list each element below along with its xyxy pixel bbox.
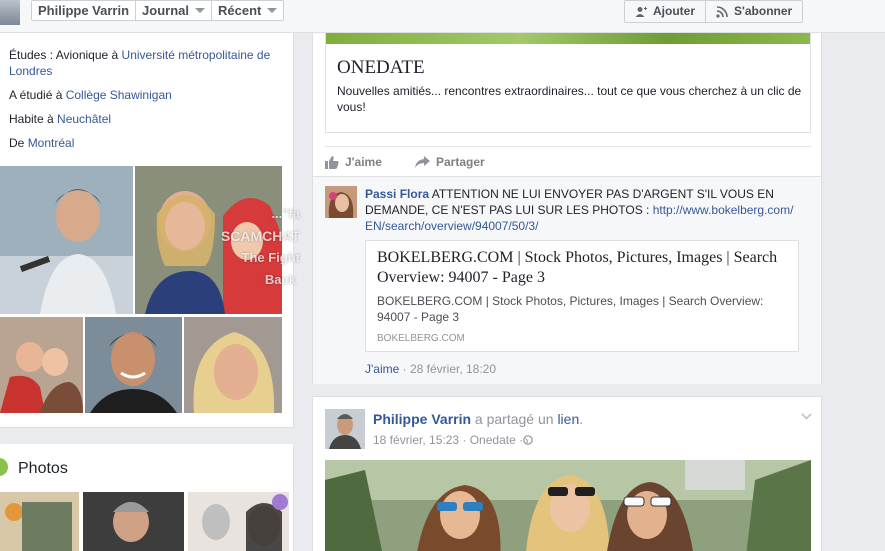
- photos-card: Photos: [0, 444, 294, 551]
- intro-card: Études : Avionique à Université métropol…: [0, 33, 300, 428]
- profile-name-label: Philippe Varrin: [38, 3, 130, 18]
- lives-prefix: Habite à: [9, 112, 58, 126]
- ad-description: Nouvelles amitiés... rencontres extraord…: [337, 84, 802, 114]
- scamchat-watermark: ..."fa SCAMCHAT The Fight Back: [160, 203, 300, 291]
- studied-prefix: A étudié à: [9, 88, 66, 102]
- follow-button[interactable]: S'abonner: [706, 1, 802, 22]
- post-author-link[interactable]: Philippe Varrin: [373, 411, 471, 427]
- share-button[interactable]: Partager: [415, 155, 485, 169]
- thumbs-up-icon: [325, 155, 339, 169]
- share-arrow-icon: [415, 156, 430, 168]
- shared-text: a partagé un: [471, 411, 558, 427]
- comment-timestamp[interactable]: · 28 février, 18:20: [399, 362, 496, 376]
- add-friend-label: Ajouter: [653, 4, 695, 18]
- comment-meta: J'aime · 28 février, 18:20: [365, 361, 496, 377]
- comment-link-preview[interactable]: BOKELBERG.COM | Stock Photos, Pictures, …: [365, 240, 799, 352]
- hometown-link[interactable]: Montréal: [28, 136, 75, 150]
- chevron-down-icon: [267, 8, 278, 13]
- watermark-line: Back: [264, 272, 296, 287]
- post-timestamp[interactable]: 18 février, 15:23 · Onedate ·: [373, 432, 523, 448]
- profile-avatar[interactable]: [0, 0, 20, 25]
- commenter-avatar[interactable]: [325, 186, 357, 218]
- photo-thumbnail[interactable]: [0, 492, 79, 551]
- photos-icon: [0, 458, 8, 476]
- tab-recent[interactable]: Récent: [212, 1, 283, 20]
- intro-studied: A étudié à Collège Shawinigan: [9, 87, 279, 103]
- journal-label: Journal: [142, 3, 189, 18]
- intro-studies: Études : Avionique à Université métropol…: [9, 47, 279, 79]
- photos-title[interactable]: Photos: [18, 460, 68, 478]
- from-prefix: De: [9, 136, 28, 150]
- comment-author-link[interactable]: Passi Flora: [365, 187, 429, 201]
- profile-nav-tabs: Philippe Varrin Journal Récent: [31, 0, 285, 21]
- globe-icon: [523, 435, 533, 445]
- watermark-line: SCAMCHAT: [220, 228, 300, 244]
- post-card: Philippe Varrin a partagé un lien. 18 fé…: [312, 396, 822, 551]
- share-label: Partager: [436, 155, 485, 169]
- comment-text-block: Passi Flora ATTENTION NE LUI ENVOYER PAS…: [365, 186, 795, 234]
- featured-photo[interactable]: [184, 317, 282, 413]
- watermark-line: ..."fa: [271, 206, 300, 221]
- tab-profile-name[interactable]: Philippe Varrin: [32, 1, 137, 20]
- intro-lives: Habite à Neuchâtel: [9, 111, 279, 127]
- follow-label: S'abonner: [734, 4, 793, 18]
- post-header: Philippe Varrin a partagé un lien.: [373, 411, 583, 427]
- shared-end: .: [579, 411, 584, 427]
- featured-photo[interactable]: [85, 317, 182, 413]
- ad-image-strip: [326, 33, 810, 44]
- chevron-down-icon[interactable]: [801, 413, 812, 420]
- rss-icon: [716, 5, 728, 18]
- college-link[interactable]: Collège Shawinigan: [66, 88, 172, 102]
- add-friend-icon: [635, 6, 647, 17]
- city-link[interactable]: Neuchâtel: [57, 112, 111, 126]
- shared-link[interactable]: lien: [557, 411, 579, 427]
- profile-actions: Ajouter S'abonner: [624, 0, 804, 23]
- tab-journal[interactable]: Journal: [136, 1, 212, 20]
- post-meta: 18 février, 15:23 · Onedate ·: [373, 432, 533, 448]
- author-avatar[interactable]: [325, 409, 365, 449]
- comment-area: Passi Flora ATTENTION NE LUI ENVOYER PAS…: [313, 176, 821, 384]
- link-preview-description: BOKELBERG.COM | Stock Photos, Pictures, …: [377, 294, 764, 324]
- post-actions: J'aime Partager: [325, 146, 811, 176]
- featured-photo[interactable]: [0, 166, 133, 314]
- photo-thumbnail[interactable]: [83, 492, 184, 551]
- link-preview-domain: BOKELBERG.COM: [377, 333, 465, 344]
- recent-label: Récent: [218, 3, 262, 18]
- like-button[interactable]: J'aime: [325, 155, 382, 169]
- like-label: J'aime: [345, 155, 382, 169]
- studies-prefix: Études : Avionique à: [9, 48, 122, 62]
- link-preview-title[interactable]: BOKELBERG.COM | Stock Photos, Pictures, …: [377, 248, 789, 288]
- watermark-line: The Fight: [241, 250, 301, 265]
- chevron-down-icon: [195, 8, 205, 13]
- comment-like-link[interactable]: J'aime: [365, 362, 399, 376]
- add-friend-button[interactable]: Ajouter: [625, 1, 706, 22]
- post-card: ONEDATE Nouvelles amitiés... rencontres …: [312, 33, 822, 384]
- ad-title[interactable]: ONEDATE: [337, 57, 425, 79]
- shared-photo[interactable]: [325, 460, 811, 551]
- featured-photo[interactable]: [0, 317, 83, 413]
- ad-link-preview[interactable]: ONEDATE Nouvelles amitiés... rencontres …: [325, 33, 811, 133]
- profile-top-bar: Philippe Varrin Journal Récent Ajouter S…: [0, 0, 885, 33]
- photo-thumbnail[interactable]: [188, 492, 289, 551]
- intro-from: De Montréal: [9, 135, 279, 151]
